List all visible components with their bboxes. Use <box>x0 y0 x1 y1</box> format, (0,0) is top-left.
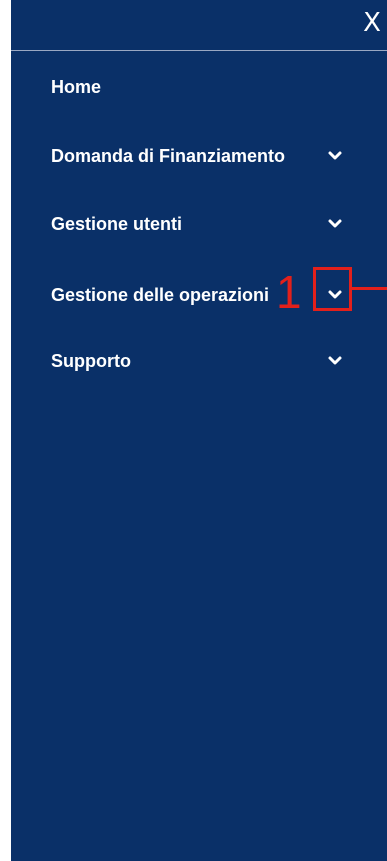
menu-item-domanda-di-finanziamento[interactable]: Domanda di Finanziamento <box>11 136 387 176</box>
menu-item-home[interactable]: Home <box>11 67 387 107</box>
menu-item-label: Home <box>51 77 102 97</box>
chevron-down-icon[interactable] <box>327 354 343 368</box>
menu-header: X <box>11 0 387 51</box>
navigation-menu-panel: X Home Domanda di Finanziamento Gestione… <box>11 0 387 861</box>
annotation-number-label: 1 <box>276 266 302 318</box>
menu-item-label: Domanda di Finanziamento <box>51 146 286 166</box>
annotation-pointer-line <box>352 287 387 290</box>
menu-item-label: Gestione delle operazioni <box>51 285 270 305</box>
menu-item-supporto[interactable]: Supporto <box>11 341 387 381</box>
annotation-highlight-box <box>313 267 352 311</box>
chevron-down-icon[interactable] <box>327 149 343 163</box>
menu-item-label: Supporto <box>51 351 131 371</box>
close-menu-button[interactable]: X <box>359 6 385 40</box>
menu-item-label: Gestione utenti <box>51 214 183 234</box>
chevron-down-icon[interactable] <box>327 217 343 231</box>
menu-item-gestione-utenti[interactable]: Gestione utenti <box>11 204 387 244</box>
